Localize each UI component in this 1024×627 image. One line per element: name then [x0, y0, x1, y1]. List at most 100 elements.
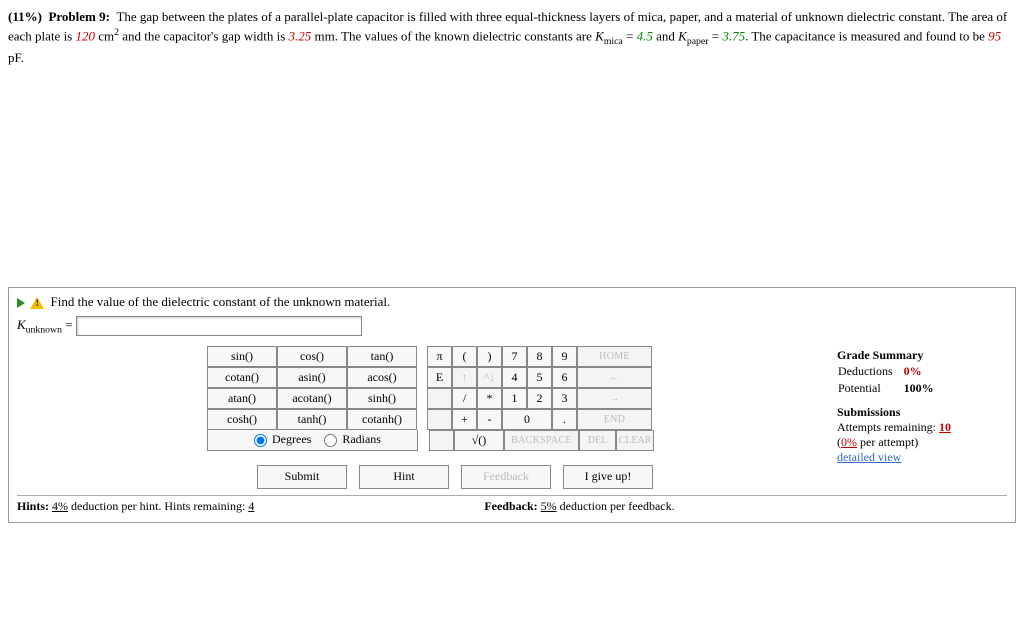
func-acotan[interactable]: acotan() — [277, 388, 347, 409]
key-8[interactable]: 8 — [527, 346, 552, 367]
key-minus[interactable]: - — [477, 409, 502, 430]
expand-icon[interactable] — [17, 298, 25, 308]
kpaper-sub: paper — [687, 36, 709, 47]
func-cosh[interactable]: cosh() — [207, 409, 277, 430]
submit-button[interactable]: Submit — [257, 465, 347, 489]
giveup-button[interactable]: I give up! — [563, 465, 653, 489]
func-sinh[interactable]: sinh() — [347, 388, 417, 409]
key-4[interactable]: 4 — [502, 367, 527, 388]
func-cos[interactable]: cos() — [277, 346, 347, 367]
hint-button[interactable]: Hint — [359, 465, 449, 489]
kpaper-k: K — [678, 29, 687, 44]
key-backspace: BACKSPACE — [504, 430, 579, 451]
problem-title: Problem 9: — [48, 9, 110, 24]
hints-text: deduction per hint. Hints remaining: — [68, 499, 248, 513]
hints-info: Hints: 4% deduction per hint. Hints rema… — [17, 499, 254, 514]
footer-row: Hints: 4% deduction per hint. Hints rema… — [17, 495, 1007, 514]
hints-remaining: 4 — [248, 499, 254, 513]
potential-label: Potential — [837, 380, 903, 397]
and-text: and — [653, 29, 678, 44]
func-sin[interactable]: sin() — [207, 346, 277, 367]
part-panel: Find the value of the dielectric constan… — [8, 287, 1016, 523]
key-e[interactable]: E — [427, 367, 452, 388]
key-2[interactable]: 2 — [527, 388, 552, 409]
per-attempt-post: per attempt) — [857, 435, 918, 449]
problem-text-2: and the capacitor's gap width is — [119, 29, 289, 44]
deductions-value: 0% — [903, 363, 944, 380]
problem-weight: (11%) — [8, 9, 42, 24]
key-div[interactable]: / — [452, 388, 477, 409]
key-1[interactable]: 1 — [502, 388, 527, 409]
answer-row: Kunknown = — [17, 316, 1007, 336]
key-dot[interactable]: . — [552, 409, 577, 430]
feedback-text: deduction per feedback. — [557, 499, 675, 513]
eq1: = — [623, 29, 637, 44]
key-3[interactable]: 3 — [552, 388, 577, 409]
warning-icon — [30, 297, 44, 309]
kpaper-val: 3.75 — [722, 29, 745, 44]
key-del: DEL — [579, 430, 616, 451]
per-attempt-pct: 0% — [841, 435, 857, 449]
detailed-view-link[interactable]: detailed view — [837, 450, 1007, 465]
key-0[interactable]: 0 — [502, 409, 552, 430]
key-right: → — [577, 388, 652, 409]
key-plus[interactable]: + — [452, 409, 477, 430]
degrees-radio[interactable] — [254, 434, 267, 447]
key-lparen[interactable]: ( — [452, 346, 477, 367]
kmica-val: 4.5 — [637, 29, 653, 44]
attempts-value: 10 — [939, 420, 951, 434]
key-5[interactable]: 5 — [527, 367, 552, 388]
key-9[interactable]: 9 — [552, 346, 577, 367]
grade-sidebar: Grade Summary Deductions 0% Potential 10… — [837, 346, 1007, 465]
key-clear: CLEAR — [616, 430, 654, 451]
key-end: END — [577, 409, 652, 430]
part-instruction: Find the value of the dielectric constan… — [51, 294, 391, 309]
gap-value: 3.25 — [289, 29, 312, 44]
key-sqrt[interactable]: √() — [454, 430, 504, 451]
hints-pct: 4% — [52, 499, 68, 513]
var-sub: unknown — [26, 325, 62, 336]
area-unit: cm — [95, 29, 114, 44]
calculator-area: sin() cos() tan() π ( ) 7 8 9 HOME cotan… — [17, 346, 809, 489]
func-tanh[interactable]: tanh() — [277, 409, 347, 430]
var-base: K — [17, 317, 26, 332]
key-6[interactable]: 6 — [552, 367, 577, 388]
feedback-label: Feedback: — [484, 499, 540, 513]
key-blank1 — [427, 388, 452, 409]
key-rparen[interactable]: ) — [477, 346, 502, 367]
func-cotanh[interactable]: cotanh() — [347, 409, 417, 430]
potential-value: 100% — [903, 380, 944, 397]
eq2: = — [708, 29, 722, 44]
func-asin[interactable]: asin() — [277, 367, 347, 388]
func-acos[interactable]: acos() — [347, 367, 417, 388]
feedback-pct: 5% — [541, 499, 557, 513]
radians-label: Radians — [342, 432, 381, 446]
angle-mode[interactable]: Degrees Radians — [207, 430, 418, 451]
deductions-label: Deductions — [837, 363, 903, 380]
key-blank3 — [429, 430, 454, 451]
func-tan[interactable]: tan() — [347, 346, 417, 367]
answer-input[interactable] — [76, 316, 362, 336]
submissions-heading: Submissions — [837, 405, 1007, 420]
key-exp: ^↓ — [477, 367, 502, 388]
problem-text-3: . The capacitance is measured and found … — [745, 29, 988, 44]
key-7[interactable]: 7 — [502, 346, 527, 367]
func-cotan[interactable]: cotan() — [207, 367, 277, 388]
gap-unit: mm. The values of the known dielectric c… — [311, 29, 595, 44]
hints-label: Hints: — [17, 499, 52, 513]
part-header: Find the value of the dielectric constan… — [17, 294, 1007, 310]
key-mul[interactable]: * — [477, 388, 502, 409]
var-eq: = — [62, 317, 76, 332]
key-pi[interactable]: π — [427, 346, 452, 367]
kmica-sub: mica — [604, 36, 623, 47]
feedback-info: Feedback: 5% deduction per feedback. — [484, 499, 674, 514]
grade-heading: Grade Summary — [837, 348, 1007, 363]
key-up: ↑ — [452, 367, 477, 388]
key-blank2 — [427, 409, 452, 430]
func-atan[interactable]: atan() — [207, 388, 277, 409]
radians-radio[interactable] — [324, 434, 337, 447]
key-left: ← — [577, 367, 652, 388]
area-value: 120 — [76, 29, 96, 44]
feedback-button: Feedback — [461, 465, 551, 489]
attempts-label: Attempts remaining: — [837, 420, 939, 434]
